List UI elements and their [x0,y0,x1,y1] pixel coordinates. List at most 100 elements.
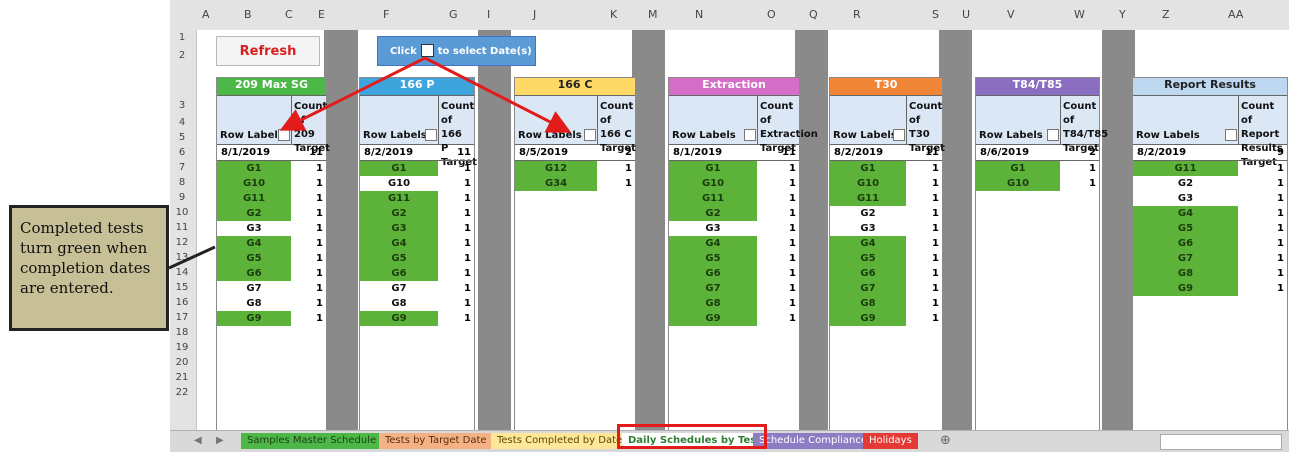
pivot-item-row[interactable]: G3 1 [360,221,474,236]
pivot-item-row[interactable]: G7 1 [217,281,326,296]
col-header[interactable]: N [695,8,703,21]
pivot-table[interactable]: 166 P Row Labels Count of 166 P Target 8/2/… [359,77,477,432]
row-labels-header[interactable]: Row Labels [833,130,897,141]
row-header[interactable]: 3 [170,100,194,111]
pivot-item-row[interactable]: G1 1 [360,161,474,176]
col-header[interactable]: J [533,8,536,21]
pivot-date-row[interactable]: 8/2/2019 11 [830,145,942,161]
pivot-item-row[interactable]: G11 1 [669,191,799,206]
row-header[interactable]: 6 [170,147,194,158]
pivot-item-row[interactable]: G11 1 [830,191,942,206]
filter-dropdown-icon[interactable] [1225,129,1237,141]
pivot-item-row[interactable]: G1 1 [976,161,1099,176]
pivot-item-row[interactable]: G6 1 [217,266,326,281]
col-header[interactable]: C [285,8,293,21]
pivot-table[interactable]: Extraction Row Labels Count of Extraction … [668,77,818,432]
pivot-table[interactable]: 166 C Row Labels Count of 166 C Target 8/5/… [514,77,636,432]
pivot-item-row[interactable]: G10 1 [217,176,326,191]
pivot-item-row[interactable]: G6 1 [1133,236,1287,251]
tab-tests-completed-by-date[interactable]: Tests Completed by Date [491,433,629,449]
row-labels-header[interactable]: Row Labels [363,130,427,141]
tab-nav-right-icon[interactable]: ▶ [210,433,230,449]
row-labels-header[interactable]: Row Labels [1136,130,1200,141]
pivot-item-row[interactable]: G7 1 [669,281,799,296]
tab-holidays[interactable]: Holidays [863,433,918,449]
pivot-item-row[interactable]: G2 1 [1133,176,1287,191]
filter-dropdown-icon[interactable] [1047,129,1059,141]
pivot-item-row[interactable]: G5 1 [669,251,799,266]
pivot-item-row[interactable]: G4 1 [1133,206,1287,221]
col-header[interactable]: V [1007,8,1015,21]
filter-dropdown-icon[interactable] [278,129,290,141]
pivot-item-row[interactable]: G7 1 [830,281,942,296]
pivot-item-row[interactable]: G8 1 [360,296,474,311]
pivot-item-row[interactable]: G5 1 [360,251,474,266]
row-header[interactable]: 22 [170,387,194,398]
row-labels-header[interactable]: Row Labels [220,130,284,141]
filter-dropdown-icon[interactable] [744,129,756,141]
tab-schedule-compliance[interactable]: Schedule Compliance [753,433,873,449]
row-header[interactable]: 17 [170,312,194,323]
pivot-date-row[interactable]: 8/6/2019 2 [976,145,1099,161]
pivot-item-row[interactable]: G2 1 [830,206,942,221]
col-header[interactable]: W [1074,8,1085,21]
tab-samples-master-schedule[interactable]: Samples Master Schedule [241,433,383,449]
row-labels-header[interactable]: Row Labels [672,130,736,141]
row-header[interactable]: 15 [170,282,194,293]
pivot-item-row[interactable]: G1 1 [830,161,942,176]
row-header[interactable]: 14 [170,267,194,278]
row-header[interactable]: 20 [170,357,194,368]
col-header[interactable]: F [383,8,389,21]
col-header[interactable]: Z [1162,8,1170,21]
filter-dropdown-icon[interactable] [425,129,437,141]
pivot-date-row[interactable]: 8/2/2019 11 [360,145,474,161]
pivot-item-row[interactable]: G2 1 [217,206,326,221]
pivot-item-row[interactable]: G1 1 [217,161,326,176]
pivot-date-row[interactable]: 8/1/2019 11 [669,145,799,161]
pivot-item-row[interactable]: G9 1 [669,311,799,326]
row-header[interactable]: 19 [170,342,194,353]
row-header[interactable]: 21 [170,372,194,383]
col-header[interactable]: S [932,8,939,21]
row-header[interactable]: 4 [170,117,194,128]
row-header[interactable]: 1 [170,32,194,43]
pivot-item-row[interactable]: G5 1 [217,251,326,266]
pivot-item-row[interactable]: G8 1 [1133,266,1287,281]
row-header[interactable]: 2 [170,50,194,61]
pivot-item-row[interactable]: G3 1 [1133,191,1287,206]
pivot-item-row[interactable]: G6 1 [669,266,799,281]
row-header[interactable]: 12 [170,237,194,248]
pivot-item-row[interactable]: G4 1 [217,236,326,251]
row-header[interactable]: 18 [170,327,194,338]
pivot-date-row[interactable]: 8/5/2019 2 [515,145,635,161]
row-header[interactable]: 10 [170,207,194,218]
horizontal-scrollbar[interactable] [1160,434,1282,450]
pivot-date-row[interactable]: 8/2/2019 9 [1133,145,1287,161]
pivot-item-row[interactable]: G10 1 [830,176,942,191]
pivot-item-row[interactable]: G6 1 [360,266,474,281]
pivot-item-row[interactable]: G2 1 [669,206,799,221]
col-header[interactable]: B [244,8,252,21]
col-header[interactable]: A [202,8,210,21]
col-header[interactable]: K [610,8,617,21]
row-labels-header[interactable]: Row Labels [518,130,582,141]
col-header[interactable]: E [318,8,325,21]
row-header[interactable]: 16 [170,297,194,308]
pivot-item-row[interactable]: G1 1 [669,161,799,176]
pivot-item-row[interactable]: G3 1 [669,221,799,236]
plus-circle-icon[interactable]: ⊕ [934,433,957,449]
pivot-table[interactable]: T30 Row Labels Count of T30 Target 8/2/2019… [829,77,945,432]
pivot-item-row[interactable]: G4 1 [669,236,799,251]
pivot-date-row[interactable]: 8/1/2019 11 [217,145,326,161]
col-header[interactable]: O [767,8,776,21]
row-header[interactable]: 8 [170,177,194,188]
pivot-table[interactable]: Report Results Row Labels Count of Report … [1132,77,1288,432]
tab-nav-left-icon[interactable]: ◀ [188,433,208,449]
pivot-item-row[interactable]: G7 1 [1133,251,1287,266]
pivot-item-row[interactable]: G8 1 [669,296,799,311]
row-header[interactable]: 5 [170,132,194,143]
pivot-table[interactable]: T84/T85 Row Labels Count of T84/T85 Target… [975,77,1108,432]
pivot-item-row[interactable]: G3 1 [830,221,942,236]
row-labels-header[interactable]: Row Labels [979,130,1043,141]
col-header[interactable]: M [648,8,658,21]
